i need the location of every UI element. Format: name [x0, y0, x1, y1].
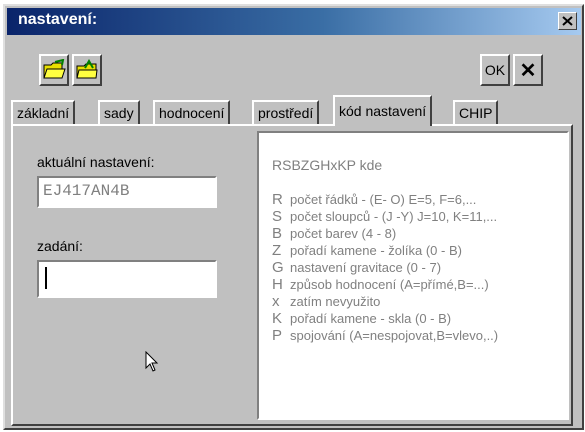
settings-window: nastavení: OK ✕ základní sady hodnocení …: [3, 4, 584, 430]
tab-prostredi[interactable]: prostředí: [252, 100, 320, 124]
legend-item: Bpočet barev (4 - 8): [272, 225, 397, 242]
open-file-button[interactable]: [39, 54, 69, 86]
legend-item: Rpočet řádků - (E- O) E=5, F=6,...: [272, 191, 477, 208]
tab-hodnoceni[interactable]: hodnocení: [153, 100, 231, 124]
tab-kod-nastaveni[interactable]: kód nastavení: [333, 95, 433, 126]
current-setting-label: aktuální nastavení:: [37, 154, 155, 170]
title-close-button[interactable]: [558, 12, 577, 30]
legend-item: x zatím nevyužito: [272, 293, 381, 310]
title-bar[interactable]: nastavení:: [7, 8, 581, 35]
text-caret: [45, 267, 47, 289]
tab-zakladni[interactable]: základní: [11, 100, 76, 124]
mouse-pointer-icon: [145, 351, 159, 372]
legend-item: Spočet sloupců - (J -Y) J=10, K=11,...: [272, 208, 498, 225]
open-folder-icon: [43, 59, 66, 79]
cancel-button[interactable]: ✕: [513, 54, 543, 86]
legend-item: Zpořadí kamene - žolíka (0 - B): [272, 242, 462, 259]
legend-item: Gnastavení gravitace (0 - 7): [272, 259, 442, 276]
save-file-button[interactable]: [72, 54, 102, 86]
code-format: RSBZGHxKP kde: [272, 157, 383, 173]
code-input[interactable]: [37, 260, 217, 298]
window-title: nastavení:: [18, 11, 98, 28]
save-folder-icon: [76, 59, 98, 79]
tab-chip[interactable]: CHIP: [453, 100, 499, 124]
ok-button[interactable]: OK: [480, 54, 510, 86]
tab-sady[interactable]: sady: [98, 100, 140, 124]
help-panel: RSBZGHxKP kde Rpočet řádků - (E- O) E=5,…: [257, 131, 569, 420]
input-label: zadání:: [37, 238, 83, 254]
legend-item: Kpořadí kamene - skla (0 - B): [272, 310, 452, 327]
current-setting-field: EJ417AN4B: [37, 176, 217, 208]
legend-item: Hzpůsob hodnocení (A=přímé,B=...): [272, 276, 489, 293]
legend-item: Pspojování (A=nespojovat,B=vlevo,..): [272, 327, 499, 344]
close-icon: [562, 16, 573, 26]
